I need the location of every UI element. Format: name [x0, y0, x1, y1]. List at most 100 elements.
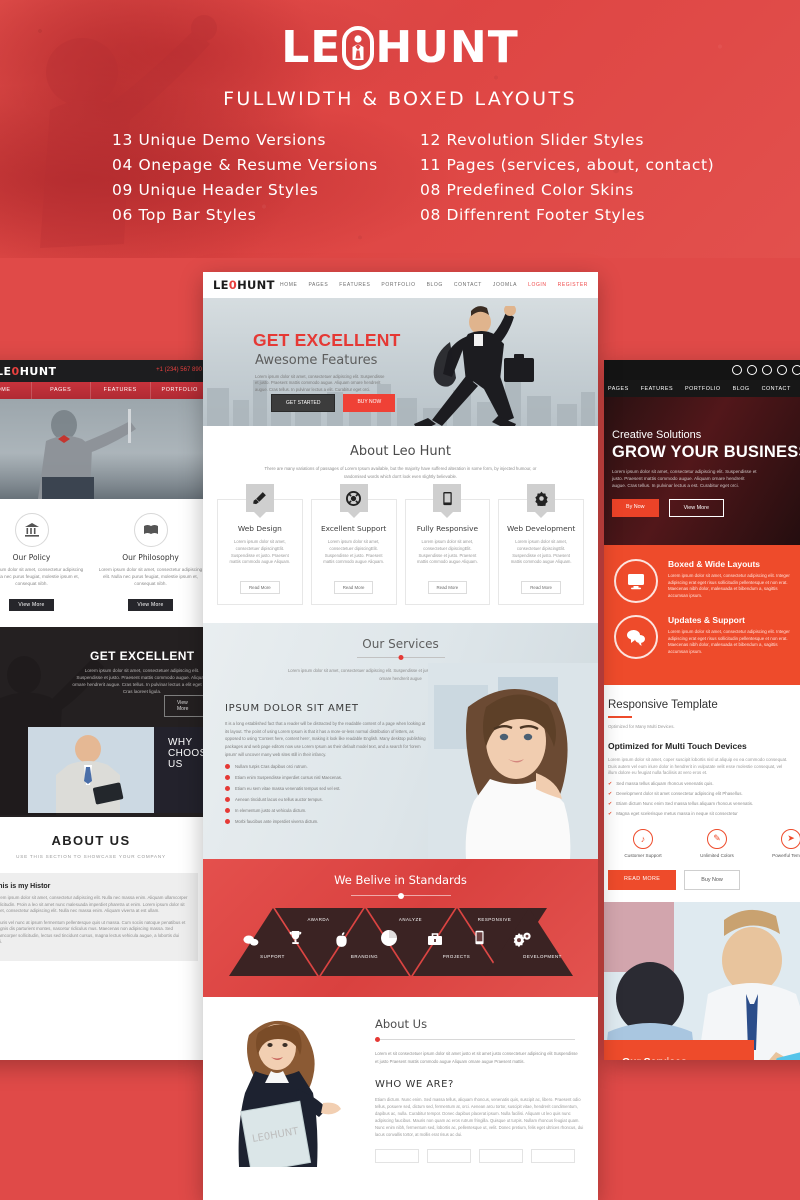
left-card-body: Lorem ipsum dolor sit amet, consectetur … [0, 567, 84, 586]
check-icon: ✔ [608, 780, 613, 787]
center-aboutus-body: Etiam dictum. Nunc enim. Sed massa tellu… [375, 1097, 584, 1137]
monitor-icon [614, 559, 658, 603]
center-feature-title: Web Development [507, 524, 576, 533]
right-red-features: Boxed & Wide Layouts Lorem ipsum dolor s… [604, 545, 800, 685]
left-about-card-title: This is my Histor [0, 883, 51, 890]
center-feature-title: Excellent Support [320, 524, 387, 533]
center-nav-item[interactable]: FEATURES [339, 282, 370, 288]
left-card-cta[interactable]: View More [128, 599, 173, 611]
center-feature-card[interactable]: Excellent Support Lorem ipsum dolor sit … [310, 484, 397, 606]
lifebuoy-icon [339, 484, 368, 512]
center-nav-item[interactable]: PAGES [308, 282, 328, 288]
right-nav-item[interactable]: PORTFOLIO [685, 386, 721, 392]
center-feature-card[interactable]: Fully Responsive Lorem ipsum dolor sit a… [404, 484, 491, 606]
right-social-bar[interactable] [604, 360, 800, 380]
left-navbar[interactable]: HOME PAGES FEATURES PORTFOLIO [0, 382, 210, 399]
center-nav-item[interactable]: PORTFOLIO [381, 282, 415, 288]
center-services-title: Our Services [362, 637, 439, 652]
linkedin-icon[interactable] [792, 365, 800, 375]
center-feature-cta[interactable]: Read More [333, 581, 374, 595]
right-check-row: ✔ Sed massa tellus aliquam rhoncus venena… [608, 781, 800, 787]
get-started-button[interactable]: GET STARTED [271, 394, 336, 412]
right-services-title: Our Services [622, 1056, 754, 1060]
left-dark-title: GET EXCELLENT [90, 649, 195, 663]
center-nav-login[interactable]: LOGIN [528, 282, 547, 288]
center-feature-cta[interactable]: Read More [427, 581, 468, 595]
left-nav-item[interactable]: FEATURES [91, 382, 151, 399]
center-standards-title: We Belive in Standards [334, 873, 467, 888]
divider [356, 657, 445, 659]
bullet-dot-icon [225, 775, 230, 781]
pinterest-icon[interactable] [777, 365, 787, 375]
center-feature-cta[interactable]: Read More [240, 581, 280, 595]
triangle-label: SUPPORT [260, 954, 285, 960]
right-nav-item[interactable]: CONTACT [762, 386, 791, 392]
left-dark-body: Lorem ipsum dolor sit amet, consectetuer… [72, 668, 210, 694]
left-card-cta[interactable]: View More [9, 599, 54, 611]
right-check-row: ✔ Magna eget scelerisque metus massa in n… [608, 811, 800, 817]
buy-now-button[interactable]: BUY NOW [343, 394, 396, 412]
bullet-dot-icon [225, 819, 230, 825]
center-hero-buttons: GET STARTED BUY NOW [271, 394, 396, 412]
center-aboutus-heading: WHO WE ARE? [375, 1079, 454, 1090]
right-hero-primary-button[interactable]: By Now [612, 499, 659, 517]
twitter-icon[interactable] [747, 365, 757, 375]
center-about-title: About Leo Hunt [349, 444, 452, 459]
center-demo-mockup[interactable]: LE0HUNT HOME PAGES FEATURES PORTFOLIO BL… [203, 272, 598, 1200]
center-nav-register[interactable]: REGISTER [558, 282, 588, 288]
right-navbar[interactable]: PAGES FEATURES PORTFOLIO BLOG CONTACT JO… [604, 380, 800, 397]
right-services-band: Our Services [604, 1039, 754, 1060]
right-stat-label: Customer Support [624, 852, 662, 858]
right-buy-now-button[interactable]: Buy Now [684, 869, 740, 890]
center-nav-item[interactable]: CONTACT [454, 282, 482, 288]
left-card-body: Lorem ipsum dolor sit amet, consectetur … [98, 567, 203, 586]
center-nav[interactable]: HOME PAGES FEATURES PORTFOLIO BLOG CONTA… [280, 282, 588, 288]
feature-item: 11 Pages (services, about, contact) [420, 156, 715, 174]
right-red-title: Boxed & Wide Layouts [668, 559, 761, 569]
left-about-title: ABOUT US [51, 833, 131, 848]
center-feature-title: Web Design [237, 524, 282, 533]
right-demo-mockup[interactable]: PAGES FEATURES PORTFOLIO BLOG CONTACT JO… [604, 360, 800, 1060]
right-red-item: Boxed & Wide Layouts Lorem ipsum dolor s… [614, 559, 800, 603]
center-nav-item[interactable]: HOME [280, 282, 297, 288]
client-logo [531, 1149, 575, 1164]
center-nav-item[interactable]: JOOMLA [493, 282, 517, 288]
left-nav-item[interactable]: HOME [0, 382, 32, 399]
center-client-logos [375, 1149, 575, 1164]
check-icon: ✔ [608, 790, 613, 797]
feature-list-right: 12 Revolution Slider Styles 11 Pages (se… [400, 128, 800, 228]
check-icon: ✔ [608, 810, 613, 817]
center-about-lead: There are many variations of passages of… [264, 466, 537, 479]
right-read-more-button[interactable]: READ MORE [608, 869, 677, 890]
right-hero-secondary-button[interactable]: View More [668, 499, 724, 517]
bank-icon [14, 513, 49, 547]
left-card[interactable]: Our Policy Lorem ipsum dolor sit amet, c… [0, 513, 91, 611]
right-check-label: Etiam dictum Nunc enim Sed massa tellus … [616, 800, 754, 806]
right-red-title: Updates & Support [668, 615, 745, 625]
left-about-card-p1: Lorem ipsum dolor sit amet, consectetur … [0, 895, 188, 913]
right-nav-item[interactable]: FEATURES [641, 386, 673, 392]
center-feature-cta[interactable]: Read More [521, 581, 561, 595]
apple-icon [335, 932, 375, 948]
divider [350, 895, 451, 897]
left-card[interactable]: Our Philosophy Lorem ipsum dolor sit ame… [91, 513, 210, 611]
bullet-label: Nullam turpis Cras dapibus orci rutrum. [235, 764, 308, 770]
mobile-icon [474, 930, 515, 945]
center-nav-item[interactable]: BLOG [427, 282, 443, 288]
center-feature-card[interactable]: Web Design Lorem ipsum dolor sit amet, c… [217, 484, 303, 606]
center-hero-body: Lorem ipsum dolor sit amet, consectetuer… [255, 374, 385, 392]
right-check-label: Development dolor sit amet consectetur a… [616, 790, 743, 796]
center-feature-card[interactable]: Web Development Lorem ipsum dolor sit am… [498, 484, 584, 606]
right-nav-item[interactable]: PAGES [608, 386, 629, 392]
feature-list-left: 13 Unique Demo Versions 04 Onepage & Res… [0, 128, 400, 228]
left-nav-item[interactable]: PORTFOLIO [151, 382, 210, 399]
feature-item: 08 Diffenrent Footer Styles [420, 206, 646, 224]
right-nav-item[interactable]: BLOG [733, 386, 750, 392]
left-demo-mockup[interactable]: LE0HUNT +1 (234) 567 890 HOME PAGES FEAT… [0, 360, 210, 1060]
trophy-icon [289, 930, 329, 945]
facebook-icon[interactable] [732, 365, 742, 375]
left-nav-item[interactable]: PAGES [32, 382, 91, 399]
center-logo[interactable]: LE0HUNT [213, 278, 275, 292]
google-plus-icon[interactable] [762, 365, 772, 375]
bullet-label: Etiam eu sem vitae massa venenatis tempu… [235, 786, 341, 792]
